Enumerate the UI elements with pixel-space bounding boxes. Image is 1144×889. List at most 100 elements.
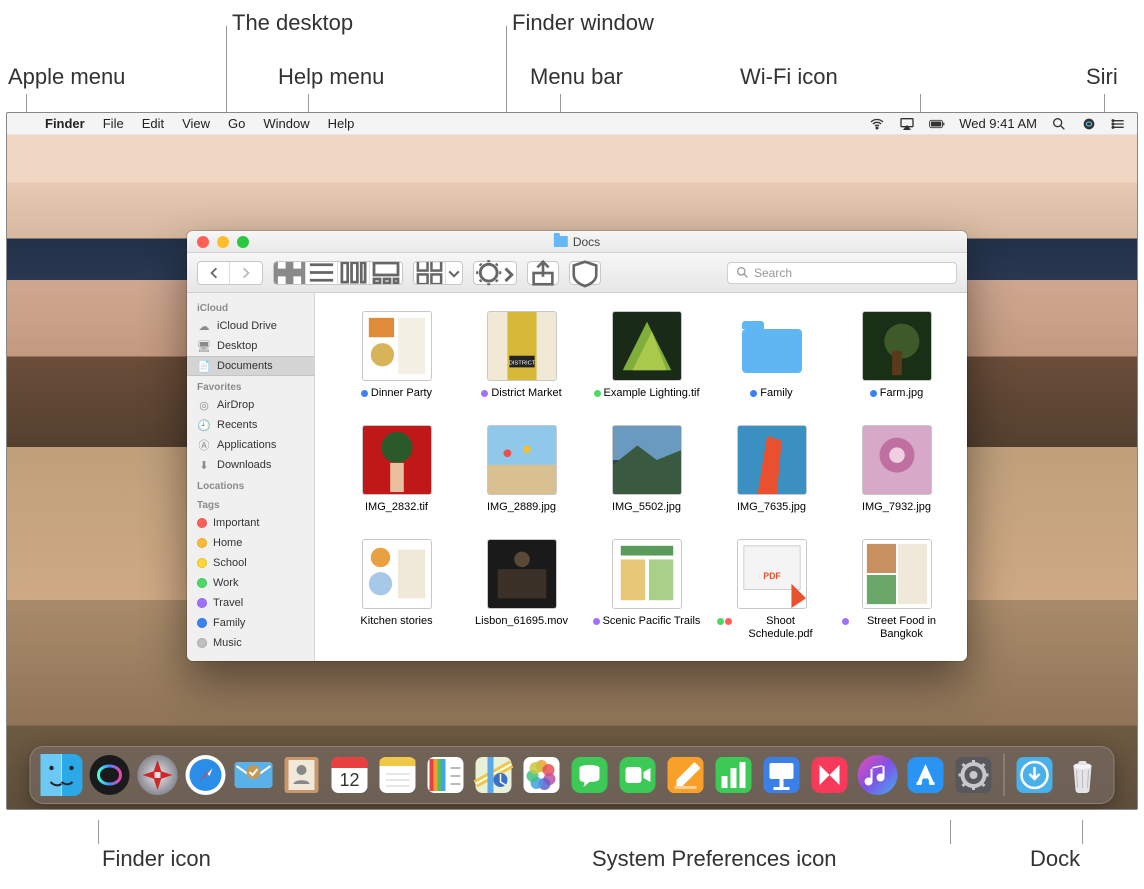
file-item[interactable]: Family <box>714 311 829 401</box>
dock-keynote[interactable] <box>760 753 804 797</box>
dock-numbers[interactable] <box>712 753 756 797</box>
dock-finder[interactable] <box>40 753 84 797</box>
dock[interactable]: 12 <box>30 746 1115 804</box>
view-icon-button[interactable] <box>274 262 306 284</box>
sidebar-item[interactable]: ☁︎iCloud Drive <box>187 316 314 336</box>
sidebar-item[interactable]: 🕘Recents <box>187 415 314 435</box>
menu-go[interactable]: Go <box>219 113 254 135</box>
file-item[interactable]: Farm.jpg <box>839 311 954 401</box>
file-item[interactable]: Lisbon_61695.mov <box>464 539 579 643</box>
sidebar-item[interactable]: Work <box>187 573 314 593</box>
battery-icon[interactable] <box>929 116 945 132</box>
dock-calendar[interactable]: 12 <box>328 753 372 797</box>
dock-contacts[interactable] <box>280 753 324 797</box>
finder-window[interactable]: Docs Search <box>187 231 967 661</box>
view-list-button[interactable] <box>306 262 338 284</box>
file-label: IMG_7932.jpg <box>862 501 931 515</box>
file-thumbnail <box>862 539 932 609</box>
file-item[interactable]: Scenic Pacific Trails <box>589 539 704 643</box>
dock-photos[interactable] <box>520 753 564 797</box>
sidebar-item[interactable]: 🖥Desktop <box>187 336 314 356</box>
arrange-dropdown[interactable] <box>446 262 462 284</box>
dock-trash[interactable] <box>1061 753 1105 797</box>
dock-maps[interactable] <box>472 753 516 797</box>
dock-siri[interactable] <box>88 753 132 797</box>
nav-back-button[interactable] <box>198 262 230 284</box>
file-thumbnail: DISTRICT <box>487 311 557 381</box>
sidebar-item[interactable]: School <box>187 553 314 573</box>
file-item[interactable]: IMG_7635.jpg <box>714 425 829 515</box>
notification-center-icon[interactable] <box>1111 116 1127 132</box>
sidebar-item[interactable]: Important <box>187 513 314 533</box>
file-item[interactable]: Kitchen stories <box>339 539 454 643</box>
menubar-clock[interactable]: Wed 9:41 AM <box>959 116 1037 131</box>
dock-mail[interactable] <box>232 753 276 797</box>
dock-downloads[interactable] <box>1013 753 1057 797</box>
folder-icon <box>554 236 568 247</box>
file-thumbnail <box>612 311 682 381</box>
dock-facetime[interactable] <box>616 753 660 797</box>
search-field[interactable]: Search <box>727 262 957 284</box>
svg-text:DISTRICT: DISTRICT <box>508 360 535 366</box>
sidebar-item[interactable]: ⬇︎Downloads <box>187 455 314 475</box>
finder-content[interactable]: Dinner PartyDISTRICTDistrict MarketExamp… <box>315 293 967 661</box>
file-item[interactable]: Street Food in Bangkok <box>839 539 954 643</box>
dock-launchpad[interactable] <box>136 753 180 797</box>
file-item[interactable]: IMG_2889.jpg <box>464 425 579 515</box>
callout-dock: Dock <box>1030 846 1080 872</box>
file-label: Farm.jpg <box>870 387 923 401</box>
menu-view[interactable]: View <box>173 113 219 135</box>
siri-menubar-icon[interactable] <box>1081 116 1097 132</box>
view-column-button[interactable] <box>338 262 370 284</box>
sidebar-item-label: iCloud Drive <box>217 320 277 332</box>
window-minimize-button[interactable] <box>217 236 229 248</box>
sidebar-item-label: Documents <box>217 360 273 372</box>
finder-titlebar[interactable]: Docs <box>187 231 967 253</box>
view-gallery-button[interactable] <box>370 262 402 284</box>
file-item[interactable]: Example Lighting.tif <box>589 311 704 401</box>
arrange-button[interactable] <box>414 262 446 284</box>
spotlight-icon[interactable] <box>1051 116 1067 132</box>
dock-pages[interactable] <box>664 753 708 797</box>
action-menu-button[interactable] <box>473 261 517 285</box>
dock-notes[interactable] <box>376 753 420 797</box>
window-zoom-button[interactable] <box>237 236 249 248</box>
share-button[interactable] <box>527 261 559 285</box>
sidebar-item[interactable]: ⒶApplications <box>187 435 314 455</box>
sidebar-item[interactable]: Family <box>187 613 314 633</box>
file-item[interactable]: Dinner Party <box>339 311 454 401</box>
airplay-icon[interactable] <box>899 116 915 132</box>
file-thumbnail <box>612 539 682 609</box>
menubar-app-name[interactable]: Finder <box>36 113 94 135</box>
tag-dot-icon <box>197 518 207 528</box>
wifi-icon[interactable] <box>869 116 885 132</box>
dock-sysprefs[interactable] <box>952 753 996 797</box>
menu-edit[interactable]: Edit <box>133 113 173 135</box>
nav-forward-button[interactable] <box>230 262 262 284</box>
dock-safari[interactable] <box>184 753 228 797</box>
sidebar-item[interactable]: Music <box>187 633 314 653</box>
menu-file[interactable]: File <box>94 113 133 135</box>
file-item[interactable]: IMG_7932.jpg <box>839 425 954 515</box>
sidebar-item[interactable]: 📄Documents <box>187 356 314 376</box>
file-thumbnail: PDF <box>737 539 807 609</box>
file-item[interactable]: IMG_5502.jpg <box>589 425 704 515</box>
file-item[interactable]: IMG_2832.tif <box>339 425 454 515</box>
file-item[interactable]: PDFShoot Schedule.pdf <box>714 539 829 643</box>
menu-help[interactable]: Help <box>319 113 364 135</box>
dock-reminders[interactable] <box>424 753 468 797</box>
tags-button[interactable] <box>569 261 601 285</box>
dock-news[interactable] <box>808 753 852 797</box>
file-label: Street Food in Bangkok <box>842 615 952 643</box>
app-icon: Ⓐ <box>197 437 211 453</box>
file-item[interactable]: DISTRICTDistrict Market <box>464 311 579 401</box>
dock-itunes[interactable] <box>856 753 900 797</box>
dock-messages[interactable] <box>568 753 612 797</box>
dock-appstore[interactable] <box>904 753 948 797</box>
sidebar-item[interactable]: ◎AirDrop <box>187 395 314 415</box>
callout-apple-menu: Apple menu <box>8 64 125 90</box>
sidebar-item[interactable]: Travel <box>187 593 314 613</box>
sidebar-item[interactable]: Home <box>187 533 314 553</box>
window-close-button[interactable] <box>197 236 209 248</box>
menu-window[interactable]: Window <box>254 113 318 135</box>
